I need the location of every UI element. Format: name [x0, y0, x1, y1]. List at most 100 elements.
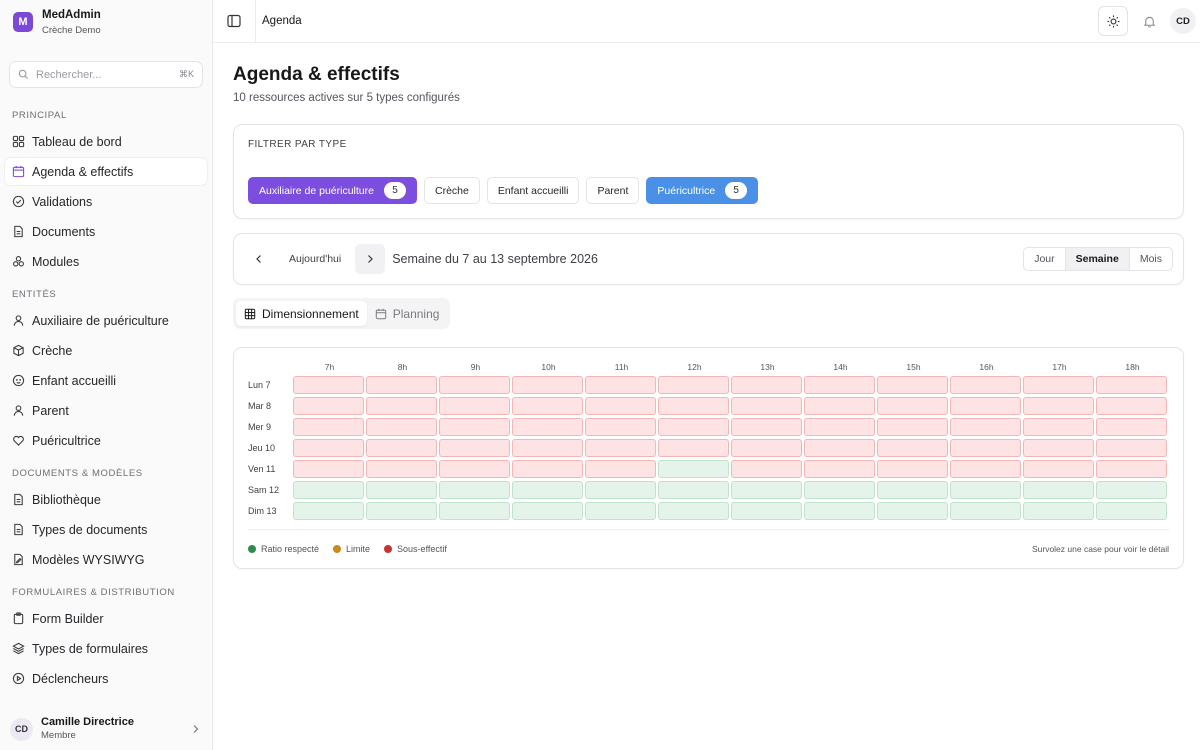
- staffing-cell[interactable]: [439, 438, 510, 457]
- staffing-cell[interactable]: [950, 375, 1021, 394]
- sidebar-item-form-builder[interactable]: Form Builder: [5, 605, 207, 632]
- sidebar-item-enfant-accueilli[interactable]: Enfant accueilli: [5, 367, 207, 394]
- staffing-cell[interactable]: [1096, 459, 1167, 478]
- staffing-cell[interactable]: [877, 417, 948, 436]
- sidebar-item-auxiliaire-de-puericulture[interactable]: Auxiliaire de puériculture: [5, 307, 207, 334]
- staffing-cell[interactable]: [293, 501, 364, 520]
- staffing-cell[interactable]: [804, 417, 875, 436]
- today-button[interactable]: Aujourd'hui: [289, 253, 341, 265]
- staffing-cell[interactable]: [1023, 417, 1094, 436]
- staffing-cell[interactable]: [293, 459, 364, 478]
- view-option-jour[interactable]: Jour: [1024, 248, 1064, 270]
- next-week-button[interactable]: [355, 244, 386, 274]
- staffing-cell[interactable]: [585, 438, 656, 457]
- filter-chip-enfant-accueilli[interactable]: Enfant accueilli: [486, 177, 580, 204]
- sidebar-item-parent[interactable]: Parent: [5, 397, 207, 424]
- staffing-cell[interactable]: [950, 396, 1021, 415]
- staffing-cell[interactable]: [293, 396, 364, 415]
- sidebar-item-modeles-wysiwyg[interactable]: Modèles WYSIWYG: [5, 546, 207, 573]
- staffing-cell[interactable]: [950, 459, 1021, 478]
- sidebar-item-modules[interactable]: Modules: [5, 248, 207, 275]
- staffing-cell[interactable]: [512, 417, 583, 436]
- staffing-cell[interactable]: [439, 417, 510, 436]
- staffing-cell[interactable]: [512, 396, 583, 415]
- staffing-cell[interactable]: [804, 375, 875, 394]
- staffing-cell[interactable]: [512, 375, 583, 394]
- staffing-cell[interactable]: [877, 480, 948, 499]
- staffing-cell[interactable]: [804, 501, 875, 520]
- staffing-cell[interactable]: [585, 396, 656, 415]
- staffing-cell[interactable]: [658, 417, 729, 436]
- staffing-cell[interactable]: [877, 501, 948, 520]
- staffing-cell[interactable]: [293, 375, 364, 394]
- staffing-cell[interactable]: [804, 480, 875, 499]
- view-option-semaine[interactable]: Semaine: [1064, 248, 1129, 270]
- filter-chip-creche[interactable]: Crèche: [423, 177, 480, 204]
- staffing-cell[interactable]: [585, 417, 656, 436]
- staffing-cell[interactable]: [658, 480, 729, 499]
- staffing-cell[interactable]: [1023, 375, 1094, 394]
- sidebar-item-validations[interactable]: Validations: [5, 188, 207, 215]
- staffing-cell[interactable]: [1096, 438, 1167, 457]
- search-input[interactable]: [36, 68, 179, 81]
- staffing-cell[interactable]: [731, 375, 802, 394]
- sidebar-item-bibliotheque[interactable]: Bibliothèque: [5, 486, 207, 513]
- staffing-cell[interactable]: [293, 480, 364, 499]
- staffing-cell[interactable]: [658, 375, 729, 394]
- staffing-cell[interactable]: [512, 438, 583, 457]
- search-box[interactable]: ⌘K: [9, 61, 203, 88]
- staffing-cell[interactable]: [658, 438, 729, 457]
- staffing-cell[interactable]: [658, 396, 729, 415]
- staffing-cell[interactable]: [512, 501, 583, 520]
- sidebar-item-creche[interactable]: Crèche: [5, 337, 207, 364]
- staffing-cell[interactable]: [366, 396, 437, 415]
- staffing-cell[interactable]: [1096, 375, 1167, 394]
- staffing-cell[interactable]: [585, 480, 656, 499]
- staffing-cell[interactable]: [731, 480, 802, 499]
- staffing-cell[interactable]: [1023, 501, 1094, 520]
- account-avatar[interactable]: CD: [1170, 8, 1196, 34]
- brand[interactable]: M MedAdmin Crèche Demo: [0, 0, 212, 44]
- staffing-cell[interactable]: [658, 501, 729, 520]
- theme-toggle-button[interactable]: [1098, 6, 1128, 36]
- staffing-cell[interactable]: [439, 459, 510, 478]
- staffing-cell[interactable]: [439, 375, 510, 394]
- staffing-cell[interactable]: [804, 396, 875, 415]
- staffing-cell[interactable]: [731, 459, 802, 478]
- staffing-cell[interactable]: [366, 375, 437, 394]
- sidebar-item-puericultrice[interactable]: Puéricultrice: [5, 427, 207, 454]
- staffing-cell[interactable]: [1096, 480, 1167, 499]
- staffing-cell[interactable]: [366, 501, 437, 520]
- staffing-cell[interactable]: [731, 501, 802, 520]
- staffing-cell[interactable]: [585, 375, 656, 394]
- staffing-cell[interactable]: [877, 459, 948, 478]
- tab-planning[interactable]: Planning: [367, 301, 448, 326]
- staffing-cell[interactable]: [1023, 480, 1094, 499]
- staffing-cell[interactable]: [804, 459, 875, 478]
- sidebar-toggle-button[interactable]: [213, 0, 256, 43]
- sidebar-item-documents[interactable]: Documents: [5, 218, 207, 245]
- staffing-cell[interactable]: [950, 438, 1021, 457]
- staffing-cell[interactable]: [293, 417, 364, 436]
- staffing-cell[interactable]: [1023, 459, 1094, 478]
- staffing-cell[interactable]: [1096, 417, 1167, 436]
- view-option-mois[interactable]: Mois: [1128, 248, 1172, 270]
- sidebar-item-declencheurs[interactable]: Déclencheurs: [5, 665, 207, 692]
- sidebar-item-tableau-de-bord[interactable]: Tableau de bord: [5, 128, 207, 155]
- staffing-cell[interactable]: [877, 375, 948, 394]
- staffing-cell[interactable]: [366, 438, 437, 457]
- staffing-cell[interactable]: [512, 480, 583, 499]
- staffing-cell[interactable]: [512, 459, 583, 478]
- staffing-cell[interactable]: [658, 459, 729, 478]
- staffing-cell[interactable]: [439, 396, 510, 415]
- staffing-cell[interactable]: [804, 438, 875, 457]
- staffing-cell[interactable]: [950, 480, 1021, 499]
- staffing-cell[interactable]: [366, 480, 437, 499]
- staffing-cell[interactable]: [1096, 501, 1167, 520]
- staffing-cell[interactable]: [950, 417, 1021, 436]
- filter-chip-auxiliaire-de-puericulture[interactable]: Auxiliaire de puériculture 5: [248, 177, 417, 204]
- sidebar-item-types-de-formulaires[interactable]: Types de formulaires: [5, 635, 207, 662]
- sidebar-item-types-de-documents[interactable]: Types de documents: [5, 516, 207, 543]
- staffing-cell[interactable]: [1023, 438, 1094, 457]
- notifications-button[interactable]: [1134, 6, 1164, 36]
